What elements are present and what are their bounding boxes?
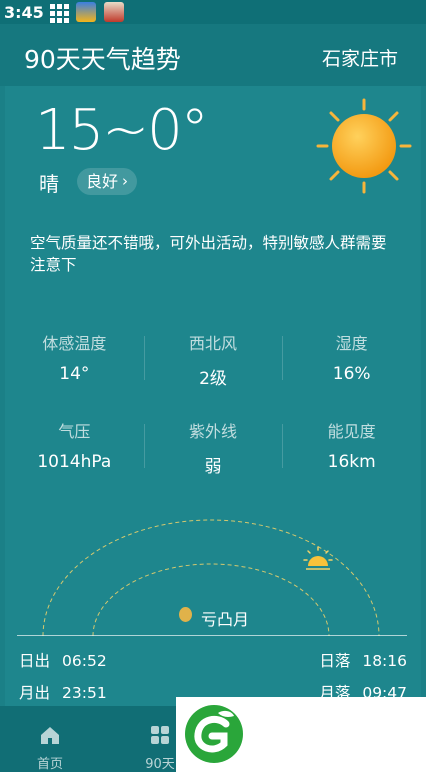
metric-pressure: 气压 1014hPa — [5, 414, 144, 502]
status-time: 3:45 — [4, 3, 44, 22]
app-logo-icon — [185, 705, 243, 763]
metric-label: 西北风 — [189, 334, 238, 353]
chevron-right-icon: › — [122, 172, 129, 190]
air-quality-badge[interactable]: 良好 › — [77, 168, 138, 195]
sun-position-icon — [303, 546, 333, 570]
metric-value: 14° — [59, 364, 90, 384]
metric-humidity: 湿度 16% — [282, 326, 421, 414]
moonrise-label: 月出 — [19, 684, 51, 702]
status-bar: 3:45 — [0, 0, 426, 24]
app-logo-overlay — [176, 697, 426, 772]
sunrise-info: 日出 06:52 — [19, 649, 107, 671]
sunset-label: 日落 — [319, 652, 351, 670]
page-title: 90天天气趋势 — [24, 45, 181, 74]
metric-label: 体感温度 — [42, 334, 107, 353]
metric-value: 弱 — [204, 457, 222, 477]
metric-value: 16km — [327, 452, 376, 472]
apps-grid-icon — [48, 2, 69, 23]
moonrise-time: 23:51 — [62, 684, 107, 702]
metric-visibility: 能见度 16km — [282, 414, 421, 502]
horizon-line — [17, 635, 407, 636]
weather-card: 15~0° 晴 良好 › 空气质量还不错哦，可外出活动，特别敏感人群需要注意下 … — [5, 86, 421, 706]
metric-wind: 西北风 2级 — [143, 326, 283, 414]
metric-value: 16% — [332, 364, 371, 384]
sun-icon — [316, 98, 412, 194]
nav-home[interactable]: 首页 — [20, 724, 80, 772]
metric-feels-like: 体感温度 14° — [5, 326, 144, 414]
city-selector[interactable]: 石家庄市 — [322, 44, 398, 71]
metric-label: 紫外线 — [189, 422, 238, 441]
metrics-row: 体感温度 14° 西北风 2级 湿度 16% — [5, 326, 421, 414]
weather-description: 空气质量还不错哦，可外出活动，特别敏感人群需要注意下 — [30, 234, 387, 274]
metrics-grid: 体感温度 14° 西北风 2级 湿度 16% 气压 1014hPa 紫外线弱 能见度 16… — [5, 326, 421, 502]
nav-home-label: 首页 — [36, 757, 63, 772]
temperature-range: 15~0° — [35, 98, 209, 163]
sunset-time: 18:16 — [362, 652, 407, 670]
sunrise-time: 06:52 — [62, 652, 107, 670]
metric-label: 湿度 — [335, 334, 368, 353]
moonrise-info: 月出 23:51 — [19, 681, 107, 703]
metric-value: 1014hPa — [37, 452, 112, 472]
metric-label: 气压 — [58, 422, 91, 441]
moon-icon — [179, 607, 192, 622]
sunrise-label: 日出 — [19, 652, 51, 670]
grid-icon — [151, 726, 169, 744]
sun-moon-chart: 亏凸月 日出 06:52 日落 18:16 月出 23:51 月落 09:47 — [5, 516, 421, 706]
moon-phase: 亏凸月 — [201, 610, 250, 629]
header: 90天天气趋势 石家庄市 — [0, 24, 426, 86]
game-notification-icon — [104, 2, 124, 22]
home-icon — [41, 727, 59, 744]
app-notification-icon — [76, 2, 96, 22]
weather-condition: 晴 — [39, 172, 59, 196]
metric-uv: 紫外线弱 — [143, 414, 283, 502]
status-icons — [48, 2, 124, 23]
air-quality-label: 良好 — [86, 172, 119, 191]
metric-value: 2级 — [199, 369, 227, 389]
sunset-info: 日落 18:16 — [319, 649, 407, 671]
metrics-row: 气压 1014hPa 紫外线弱 能见度 16km — [5, 414, 421, 502]
metric-label: 能见度 — [327, 422, 376, 441]
